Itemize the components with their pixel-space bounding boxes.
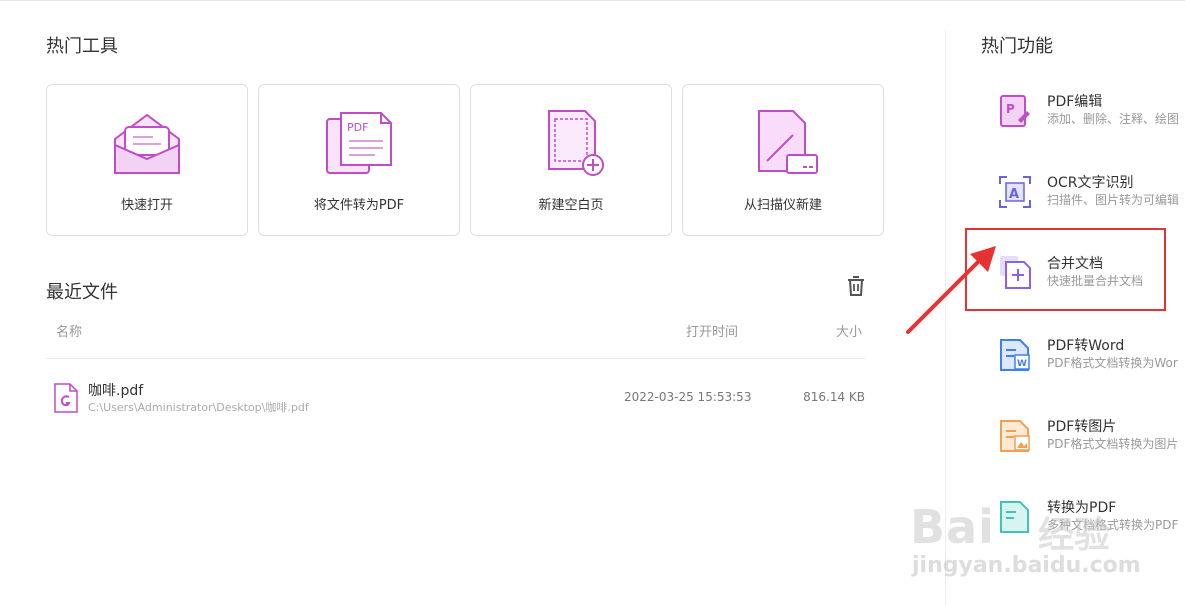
feature-pdf-to-image[interactable]: PDF转图片 PDF格式文档转换为图片 (990, 413, 1185, 469)
file-size: 816.14 KB (803, 390, 865, 404)
svg-text:A: A (1009, 187, 1019, 202)
svg-text:PDF: PDF (347, 121, 368, 134)
feature-title: PDF转图片 (1047, 419, 1117, 435)
column-header-name[interactable]: 名称 (56, 321, 82, 340)
watermark-logo-cn: 经验 (1038, 515, 1111, 556)
header-divider (46, 358, 865, 359)
new-blank-page-label: 新建空白页 (538, 198, 604, 213)
feature-title: PDF转Word (1047, 338, 1125, 354)
red-arrow-annotation (906, 246, 996, 334)
feature-desc: PDF格式文档转换为图片 (1047, 437, 1179, 451)
envelope-open-icon (114, 113, 180, 174)
file-path: C:\Users\Administrator\Desktop\咖啡.pdf (88, 401, 309, 414)
new-blank-page-icon (548, 110, 604, 176)
scanner-label: 从扫描仪新建 (743, 198, 822, 213)
svg-text:P: P (1006, 102, 1015, 116)
feature-desc: PDF格式文档转换为Wor (1047, 356, 1178, 370)
ocr-icon: A (999, 176, 1031, 208)
feature-ocr[interactable]: A OCR文字识别 扫描件、图片转为可编辑 (990, 169, 1185, 225)
baidu-watermark: Bai 经验 jingyan.baidu.com (910, 500, 1180, 590)
svg-text:W: W (1017, 359, 1027, 369)
hot-features-title: 热门功能 (981, 36, 1053, 57)
column-header-time[interactable]: 打开时间 (686, 321, 738, 340)
pdf-edit-icon: P (1000, 95, 1030, 127)
pdf-file-icon (54, 383, 78, 413)
file-open-time: 2022-03-25 15:53:53 (624, 390, 752, 404)
feature-pdf-edit[interactable]: P PDF编辑 添加、删除、注释、绘图 (990, 88, 1185, 144)
new-blank-page-card[interactable]: 新建空白页 (470, 84, 672, 236)
quick-open-label: 快速打开 (120, 198, 173, 213)
watermark-url: jingyan.baidu.com (912, 553, 1141, 578)
file-name: 咖啡.pdf (88, 383, 144, 399)
scanner-card[interactable]: 从扫描仪新建 (682, 84, 884, 236)
pdf-to-word-icon: W (1000, 339, 1030, 371)
top-border (0, 0, 1185, 2)
feature-desc: 添加、删除、注释、绘图 (1047, 112, 1180, 126)
feature-pdf-to-word[interactable]: W PDF转Word PDF格式文档转换为Wor (990, 332, 1185, 388)
hot-tools-title: 热门工具 (46, 36, 118, 57)
trash-icon[interactable] (844, 274, 868, 298)
feature-desc: 扫描件、图片转为可编辑 (1047, 193, 1180, 207)
feature-title: PDF编辑 (1047, 94, 1103, 110)
file-to-pdf-icon: PDF (326, 112, 392, 174)
quick-open-card[interactable]: 快速打开 (46, 84, 248, 236)
recent-files-title: 最近文件 (46, 282, 118, 303)
pdf-to-image-icon (1000, 420, 1030, 452)
feature-title: OCR文字识别 (1047, 175, 1134, 191)
watermark-logo: Bai (910, 500, 995, 554)
file-to-pdf-label: 将文件转为PDF (313, 198, 405, 213)
file-to-pdf-card[interactable]: PDF 将文件转为PDF (258, 84, 460, 236)
column-header-size[interactable]: 大小 (836, 321, 862, 340)
scanner-icon (758, 110, 818, 174)
file-row[interactable]: 咖啡.pdf C:\Users\Administrator\Desktop\咖啡… (46, 374, 865, 424)
